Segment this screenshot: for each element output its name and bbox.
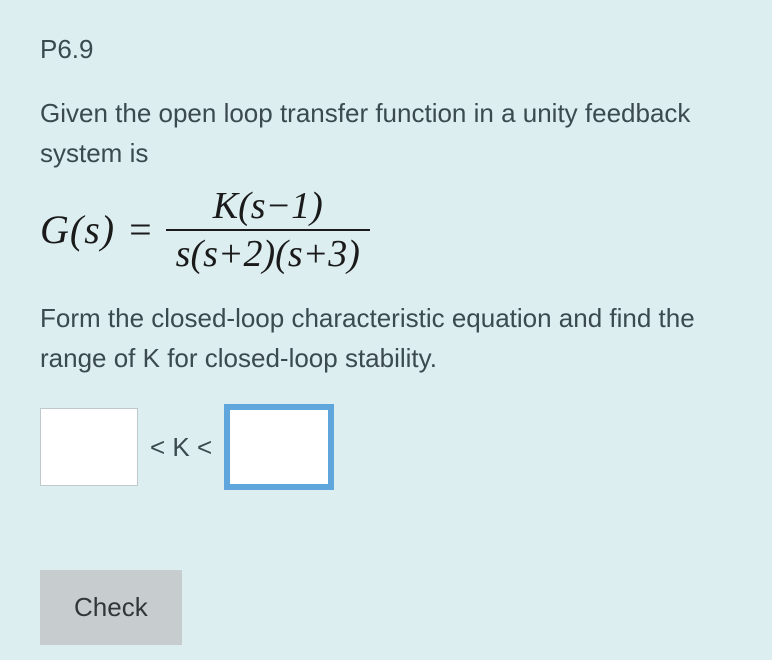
equation-fraction: K(s−1) s(s+2)(s+3)	[166, 184, 370, 276]
equation-numerator: K(s−1)	[203, 184, 333, 228]
k-upper-bound-input[interactable]	[224, 404, 334, 490]
problem-id: P6.9	[40, 34, 732, 65]
intro-text: Given the open loop transfer function in…	[40, 93, 732, 174]
check-button[interactable]: Check	[40, 570, 182, 645]
transfer-function-equation: G(s) = K(s−1) s(s+2)(s+3)	[40, 184, 732, 276]
equation-lhs: G(s)	[40, 206, 115, 253]
between-label: < K <	[146, 432, 216, 463]
equation-denominator: s(s+2)(s+3)	[166, 232, 370, 276]
equals-sign: =	[125, 206, 156, 253]
answer-row: < K <	[40, 404, 732, 490]
k-lower-bound-input[interactable]	[40, 408, 138, 486]
task-text: Form the closed-loop characteristic equa…	[40, 298, 732, 379]
fraction-bar	[166, 229, 370, 231]
